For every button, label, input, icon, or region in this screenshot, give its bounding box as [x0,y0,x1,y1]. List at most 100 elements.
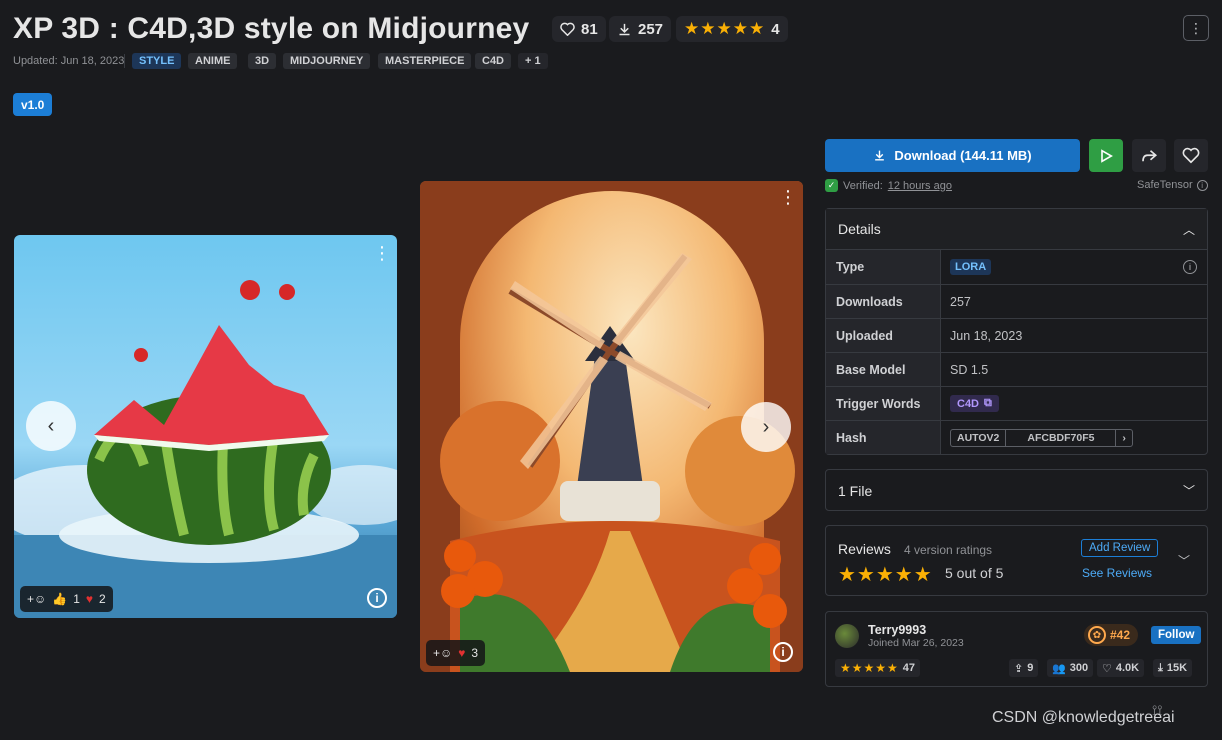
more-options-button[interactable]: ⋮ [1183,15,1209,41]
likes-count: 81 [581,20,598,38]
row-value: 257 [950,294,971,309]
add-reaction-icon[interactable]: +☺ [433,646,452,660]
gallery-image-watermelon[interactable]: ‹ ⋮ +☺ 👍 1 ♥ 2 i [14,235,397,618]
tag-c4d[interactable]: C4D [475,53,512,69]
follow-button[interactable]: Follow [1151,626,1202,644]
likes-stat[interactable]: 81 [552,16,606,42]
like-count: 1 [73,592,80,606]
file-format: SafeTensor i [1137,179,1208,191]
tag-3d[interactable]: 3D [248,53,277,69]
version-tab[interactable]: v1.0 [13,93,53,116]
avatar[interactable] [835,624,859,648]
updated-date: Updated: Jun 18, 2023 [13,55,125,67]
run-button[interactable] [1089,139,1123,172]
hash-value[interactable]: AFCBDF70F5 [1006,429,1117,446]
tag-masterpiece[interactable]: MASTERPIECE [378,53,472,69]
creator-rating: ★★★★★ 47 [835,659,921,677]
creator-panel: Terry9993 Joined Mar 26, 2023 ✿ #42 Foll… [825,611,1208,687]
reaction-bar[interactable]: +☺ 👍 1 ♥ 2 [20,586,113,612]
trigger-word: C4D [957,397,980,410]
info-icon[interactable]: i [367,588,387,608]
downloads-count: 257 [638,20,664,38]
chevron-up-icon: ︿ [1182,222,1195,237]
details-panel: Details ︿ Type LORA i Downloads 257 Uplo… [825,208,1208,455]
hash-field[interactable]: AUTOV2 AFCBDF70F5 › [950,428,1133,447]
row-value: SD 1.5 [950,362,989,377]
verified-time[interactable]: 12 hours ago [888,180,952,192]
tag-style[interactable]: STYLE [132,53,182,69]
table-row: Trigger Words C4D ⧉ [826,386,1207,420]
row-value: Jun 18, 2023 [950,328,1023,343]
rating-stars: ★★★★★ [684,19,766,38]
trigger-word-badge[interactable]: C4D ⧉ [950,395,999,412]
add-reaction-icon[interactable]: +☺ [27,592,46,606]
share-button[interactable] [1132,139,1166,172]
heart-reaction-icon: ♥ [85,592,94,606]
info-icon[interactable]: i [773,642,793,662]
page-title: XP 3D : C4D,3D style on Midjourney [13,12,530,45]
rating-stat[interactable]: ★★★★★ 4 [676,16,788,42]
downloads-stat[interactable]: 257 [609,16,672,42]
table-row: Uploaded Jun 18, 2023 [826,318,1207,352]
followers-stat: 👥 300 [1047,659,1094,677]
downloads-count: 15K [1166,662,1188,674]
heart-icon [1182,147,1200,164]
play-icon [1101,148,1113,163]
tag-midjourney[interactable]: MIDJOURNEY [283,53,371,69]
carousel-next-button[interactable]: › [741,402,791,452]
add-review-button[interactable]: Add Review [1081,539,1159,557]
files-label: 1 File [838,482,873,499]
followers-count: 300 [1069,662,1089,674]
verified-status: ✓ Verified: 12 hours ago [825,179,952,192]
rank-value: #42 [1110,628,1131,642]
info-icon[interactable]: i [1183,260,1197,274]
heart-count: 3 [471,646,479,660]
palette-icon: ✿ [1088,626,1106,644]
details-table: Type LORA i Downloads 257 Uploaded Jun 1… [826,250,1207,454]
chevron-right-icon[interactable]: › [1116,430,1132,446]
divider [124,54,125,68]
image-menu-icon[interactable]: ⋮ [373,243,391,264]
download-button[interactable]: Download (144.11 MB) [825,139,1080,172]
info-icon[interactable]: i [1196,179,1208,191]
details-header[interactable]: Details ︿ [826,209,1207,250]
creator-stars: ★★★★★ [840,661,899,675]
table-row: Downloads 257 [826,284,1207,318]
creator-rating-count: 47 [902,662,916,674]
table-row: Type LORA i [826,250,1207,284]
kebab-icon: ⋮ [1189,19,1203,36]
download-icon: ⤓ [1158,661,1163,674]
heart-reaction-icon: ♥ [458,646,466,660]
share-icon [1142,149,1158,161]
favorite-button[interactable] [1174,139,1208,172]
files-panel[interactable]: 1 File ﹀ [825,469,1208,511]
format-label: SafeTensor [1137,179,1193,191]
copy-icon[interactable]: ⧉ [984,397,992,410]
creator-name[interactable]: Terry9993 [868,623,926,637]
reviews-panel: Reviews 4 version ratings ★★★★★ 5 out of… [825,525,1208,596]
hash-algo[interactable]: AUTOV2 [951,429,1007,446]
details-title: Details [838,221,881,237]
carousel-prev-button[interactable]: ‹ [26,401,76,451]
image-menu-icon[interactable]: ⋮ [779,187,797,208]
gallery-image-windmill[interactable]: › ⋮ +☺ ♥ 3 i [420,181,803,672]
reaction-bar[interactable]: +☺ ♥ 3 [426,640,486,666]
tag-more[interactable]: + 1 [518,53,548,69]
reviews-score: 5 out of 5 [945,565,1004,581]
row-key: Base Model [826,353,941,386]
upload-icon: ⇪ [1014,662,1024,675]
likes-count: 4.0K [1115,662,1140,674]
type-badge: LORA [950,259,992,275]
chevron-down-icon[interactable]: ﹀ [1178,552,1190,569]
heart-icon [560,22,575,36]
tag-anime[interactable]: ANIME [188,53,238,69]
rating-count: 4 [771,20,780,38]
reviews-stars: ★★★★★ [838,564,933,586]
row-key: Uploaded [826,319,941,352]
uploads-count: 9 [1027,662,1034,674]
reviews-title: Reviews [838,541,891,557]
downloads-stat: ⤓ 15K [1153,659,1193,677]
see-reviews-link[interactable]: See Reviews [1082,566,1152,580]
uploads-stat: ⇪ 9 [1009,659,1039,677]
watermark: CSDN @knowledgetreeai [992,709,1175,726]
